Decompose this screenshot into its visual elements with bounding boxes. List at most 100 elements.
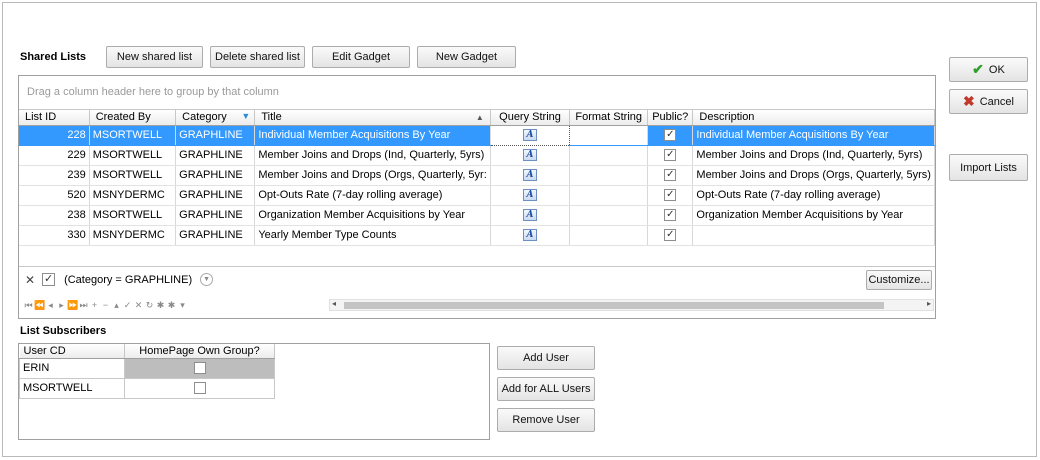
- next-record-icon[interactable]: ▸: [56, 300, 67, 311]
- table-row[interactable]: 520 MSNYDERMC GRAPHLINE Opt-Outs Rate (7…: [19, 185, 935, 206]
- public-checkbox[interactable]: ✓: [664, 209, 677, 222]
- column-header-public[interactable]: Public?: [647, 110, 694, 126]
- cell-own-group[interactable]: [124, 357, 275, 379]
- query-string-editor-icon[interactable]: A: [523, 149, 538, 162]
- cell-format-string[interactable]: [569, 205, 649, 226]
- delete-record-icon[interactable]: −: [100, 300, 111, 311]
- cell-public[interactable]: ✓: [647, 225, 694, 246]
- column-header-user-cd[interactable]: User CD: [19, 344, 125, 359]
- next-page-icon[interactable]: ⏩: [67, 300, 78, 311]
- own-group-checkbox[interactable]: [193, 362, 206, 375]
- cell-query-string[interactable]: A: [490, 205, 571, 226]
- edit-record-icon[interactable]: ▴: [111, 300, 122, 311]
- edit-gadget-button[interactable]: Edit Gadget: [312, 46, 410, 68]
- cell-description: [692, 225, 935, 246]
- query-string-editor-icon[interactable]: A: [523, 189, 538, 202]
- first-page-icon[interactable]: ⏮: [23, 300, 34, 311]
- public-checkbox[interactable]: ✓: [664, 189, 677, 202]
- cell-description: Individual Member Acquisitions By Year: [692, 125, 935, 146]
- scroll-thumb[interactable]: [344, 302, 884, 309]
- column-header-list-id[interactable]: List ID: [19, 110, 90, 126]
- cell-public[interactable]: ✓: [647, 125, 694, 146]
- table-row[interactable]: 228 MSORTWELL GRAPHLINE Individual Membe…: [19, 124, 935, 146]
- filter-funnel-icon[interactable]: ▼: [241, 111, 250, 121]
- horizontal-scrollbar[interactable]: ◂ ▸: [329, 299, 934, 311]
- public-checkbox[interactable]: ✓: [664, 129, 677, 142]
- cancel-x-icon: ✖: [963, 93, 975, 109]
- column-header-query-string[interactable]: Query String: [490, 110, 571, 126]
- import-lists-button[interactable]: Import Lists: [949, 154, 1028, 181]
- query-string-editor-icon[interactable]: A: [523, 169, 538, 182]
- delete-shared-list-button[interactable]: Delete shared list: [210, 46, 305, 68]
- new-gadget-button[interactable]: New Gadget: [417, 46, 516, 68]
- group-by-panel[interactable]: Drag a column header here to group by th…: [19, 76, 935, 110]
- column-header-title-label: Title: [261, 111, 282, 124]
- cell-format-string[interactable]: [569, 145, 649, 166]
- public-checkbox[interactable]: ✓: [664, 169, 677, 182]
- table-row[interactable]: 229 MSORTWELL GRAPHLINE Member Joins and…: [19, 145, 935, 166]
- add-for-all-users-button[interactable]: Add for ALL Users: [497, 377, 595, 401]
- public-checkbox[interactable]: ✓: [664, 229, 677, 242]
- cell-public[interactable]: ✓: [647, 185, 694, 206]
- cell-public[interactable]: ✓: [647, 165, 694, 186]
- prev-record-icon[interactable]: ◂: [45, 300, 56, 311]
- new-shared-list-button[interactable]: New shared list: [106, 46, 203, 68]
- cancel-edit-icon[interactable]: ✕: [133, 300, 144, 311]
- table-row[interactable]: 239 MSORTWELL GRAPHLINE Member Joins and…: [19, 165, 935, 186]
- prev-page-icon[interactable]: ⏪: [34, 300, 45, 311]
- subscribers-grid: User CD HomePage Own Group? ERIN MSORTWE…: [18, 343, 490, 440]
- table-row[interactable]: 238 MSORTWELL GRAPHLINE Organization Mem…: [19, 205, 935, 226]
- cell-category: GRAPHLINE: [175, 225, 256, 246]
- post-edit-icon[interactable]: ✓: [122, 300, 133, 311]
- table-row[interactable]: ERIN: [19, 357, 275, 379]
- own-group-checkbox[interactable]: [193, 382, 206, 395]
- save-bookmark-icon[interactable]: ✱: [155, 300, 166, 311]
- ok-button[interactable]: ✔ OK: [949, 57, 1028, 82]
- filter-enabled-checkbox[interactable]: ✓: [42, 273, 56, 286]
- query-string-editor-icon[interactable]: A: [523, 209, 538, 222]
- query-string-editor-icon[interactable]: A: [523, 129, 538, 142]
- cell-query-string[interactable]: A: [490, 165, 571, 186]
- column-header-category[interactable]: Category ▼: [175, 110, 256, 126]
- query-string-editor-icon[interactable]: A: [523, 229, 538, 242]
- last-page-icon[interactable]: ⏭: [78, 300, 89, 311]
- cell-format-string[interactable]: [569, 125, 649, 146]
- cancel-button[interactable]: ✖ Cancel: [949, 89, 1028, 114]
- cell-query-string[interactable]: A: [489, 124, 571, 146]
- clear-filter-icon[interactable]: ✕: [25, 273, 35, 287]
- cell-public[interactable]: ✓: [647, 205, 694, 226]
- column-header-title[interactable]: Title ▲: [254, 110, 491, 126]
- cell-query-string[interactable]: A: [490, 225, 571, 246]
- cell-format-string[interactable]: [569, 165, 649, 186]
- cell-public[interactable]: ✓: [647, 145, 694, 166]
- add-user-button[interactable]: Add User: [497, 346, 595, 370]
- table-row[interactable]: 330 MSNYDERMC GRAPHLINE Yearly Member Ty…: [19, 225, 935, 246]
- scroll-left-icon[interactable]: ◂: [332, 299, 336, 308]
- cell-query-string[interactable]: A: [490, 145, 571, 166]
- scroll-right-icon[interactable]: ▸: [927, 299, 931, 308]
- customize-button[interactable]: Customize...: [866, 270, 932, 290]
- navigator-bar: ⏮ ⏪ ◂ ▸ ⏩ ⏭ + − ▴ ✓ ✕ ↻ ✱ ✱ ▾ ◂ ▸: [19, 292, 935, 318]
- goto-bookmark-icon[interactable]: ✱: [166, 300, 177, 311]
- refresh-icon[interactable]: ↻: [144, 300, 155, 311]
- cell-created-by: MSORTWELL: [89, 205, 177, 226]
- remove-user-button[interactable]: Remove User: [497, 408, 595, 432]
- column-header-description[interactable]: Description: [692, 110, 935, 126]
- table-row[interactable]: MSORTWELL: [19, 377, 275, 399]
- cell-category: GRAPHLINE: [175, 165, 256, 186]
- cell-query-string[interactable]: A: [490, 185, 571, 206]
- insert-record-icon[interactable]: +: [89, 300, 100, 311]
- public-checkbox[interactable]: ✓: [664, 149, 677, 162]
- column-header-format-string[interactable]: Format String: [569, 110, 649, 126]
- cell-format-string[interactable]: [569, 225, 649, 246]
- filter-expression[interactable]: (Category = GRAPHLINE): [64, 274, 192, 286]
- cell-format-string[interactable]: [569, 185, 649, 206]
- column-header-homepage-own-group[interactable]: HomePage Own Group?: [124, 344, 275, 359]
- navigator-filter-icon[interactable]: ▾: [177, 300, 188, 311]
- column-header-created-by[interactable]: Created By: [89, 110, 177, 126]
- cell-category: GRAPHLINE: [175, 125, 256, 146]
- list-subscribers-title: List Subscribers: [20, 325, 107, 337]
- filter-dropdown-icon[interactable]: ▼: [200, 273, 214, 286]
- cell-own-group[interactable]: [124, 377, 275, 399]
- cell-list-id: 239: [19, 165, 90, 186]
